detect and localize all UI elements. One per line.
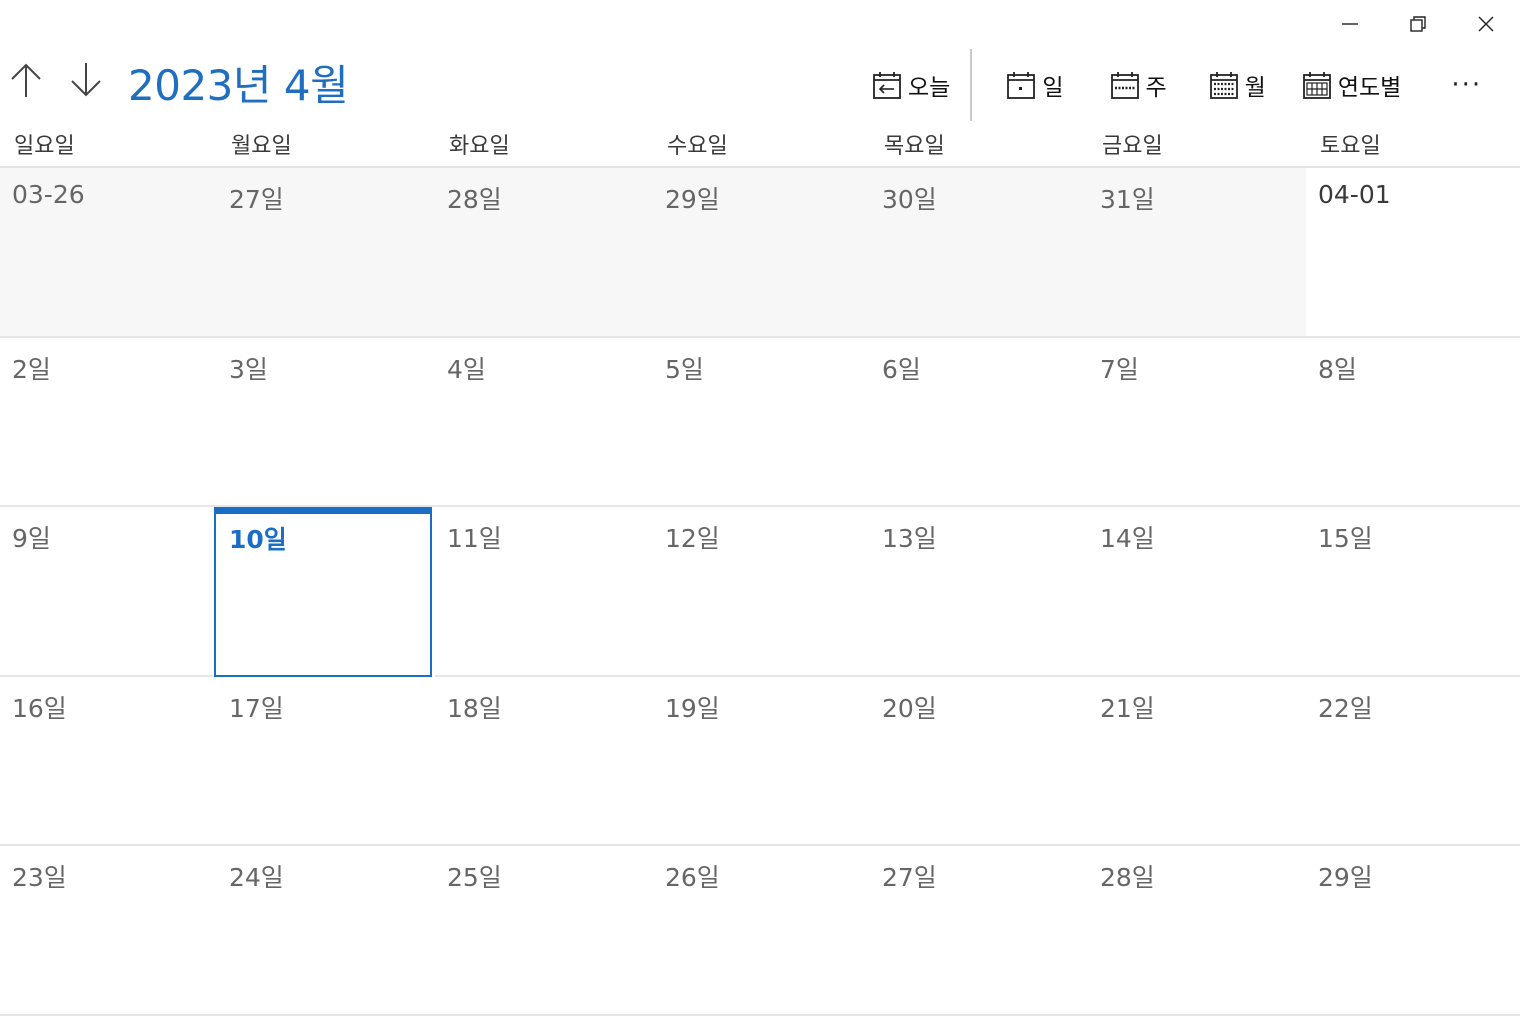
day-cell[interactable]: 04-01 (1306, 168, 1520, 338)
day-cell[interactable]: 24일 (217, 846, 435, 1016)
year-view-label: 연도별 (1337, 75, 1402, 101)
day-cell[interactable]: 16일 (0, 677, 217, 847)
day-cell[interactable]: 29일 (1306, 846, 1520, 1016)
day-cell[interactable]: 25일 (435, 846, 653, 1016)
toolbar-divider (970, 49, 973, 121)
weekday-header: 일요일 월요일 화요일 수요일 목요일 금요일 토요일 (0, 122, 1520, 168)
day-cell[interactable]: 3일 (217, 338, 435, 508)
today-label: 오늘 (908, 75, 951, 101)
day-cell[interactable]: 14일 (1088, 507, 1306, 677)
day-cell[interactable]: 23일 (0, 846, 217, 1016)
close-button[interactable] (1452, 0, 1520, 48)
weekday-label: 일요일 (14, 134, 75, 159)
calendar-month-icon (1209, 72, 1238, 99)
day-cell[interactable]: 7일 (1088, 338, 1306, 508)
next-month-button[interactable] (66, 58, 106, 102)
weekday-label: 화요일 (449, 134, 510, 159)
month-grid: 03-26 27일 28일 29일 30일 31일 04-01 2일 3일 4일… (0, 168, 1520, 1016)
week-view-label: 주 (1145, 75, 1167, 101)
day-cell[interactable]: 29일 (653, 168, 870, 338)
day-view-button[interactable]: 일 (998, 61, 1071, 109)
day-cell[interactable]: 20일 (870, 677, 1088, 847)
day-cell[interactable]: 15일 (1306, 507, 1520, 677)
weekday-label: 토요일 (1320, 134, 1381, 159)
day-cell[interactable]: 19일 (653, 677, 870, 847)
day-cell[interactable]: 2일 (0, 338, 217, 508)
day-cell[interactable]: 26일 (653, 846, 870, 1016)
month-title[interactable]: 2023년 4월 (128, 52, 349, 113)
calendar-week-icon (1110, 72, 1139, 99)
day-cell[interactable]: 22일 (1306, 677, 1520, 847)
day-cell[interactable]: 12일 (653, 507, 870, 677)
calendar-day-icon (1007, 72, 1036, 99)
minimize-button[interactable] (1316, 0, 1384, 48)
week-view-button[interactable]: 주 (1102, 61, 1175, 109)
window-controls (1316, 0, 1520, 48)
weekday-label: 월요일 (231, 134, 292, 159)
day-cell[interactable]: 27일 (217, 168, 435, 338)
weekday-label: 금요일 (1102, 134, 1163, 159)
restore-button[interactable] (1384, 0, 1452, 48)
day-cell[interactable]: 18일 (435, 677, 653, 847)
today-button[interactable]: 오늘 (864, 61, 958, 109)
month-navigation (6, 58, 106, 102)
month-view-button[interactable]: 월 (1201, 61, 1274, 109)
day-cell[interactable]: 30일 (870, 168, 1088, 338)
day-cell[interactable]: 4일 (435, 338, 653, 508)
arrow-down-icon (71, 63, 101, 97)
day-cell[interactable]: 6일 (870, 338, 1088, 508)
calendar-window: 2023년 4월 오늘 일 주 월 연도별 ··· 일요일 월요일 화요일 수요… (0, 0, 1520, 1018)
day-cell[interactable]: 17일 (217, 677, 435, 847)
minimize-icon (1342, 23, 1358, 25)
day-cell[interactable]: 8일 (1306, 338, 1520, 508)
day-cell[interactable]: 31일 (1088, 168, 1306, 338)
month-view-label: 월 (1244, 75, 1266, 101)
day-cell[interactable]: 11일 (435, 507, 653, 677)
weekday-label: 목요일 (884, 134, 945, 159)
today-cell[interactable]: 10일 (214, 507, 432, 677)
day-cell[interactable]: 5일 (653, 338, 870, 508)
weekday-label: 수요일 (667, 134, 728, 159)
day-cell[interactable]: 28일 (1088, 846, 1306, 1016)
day-cell[interactable]: 13일 (870, 507, 1088, 677)
close-icon (1478, 16, 1494, 32)
calendar-today-icon (873, 72, 901, 99)
year-view-button[interactable]: 연도별 (1294, 61, 1409, 109)
more-options-button[interactable]: ··· (1439, 61, 1494, 109)
day-cell[interactable]: 9일 (0, 507, 217, 677)
arrow-up-icon (11, 63, 41, 97)
day-cell[interactable]: 28일 (435, 168, 653, 338)
view-toolbar: 오늘 일 주 월 연도별 ··· (864, 48, 1494, 122)
previous-month-button[interactable] (6, 58, 46, 102)
day-view-label: 일 (1042, 75, 1064, 101)
restore-icon (1410, 16, 1426, 32)
calendar-year-icon (1302, 72, 1331, 99)
day-cell[interactable]: 27일 (870, 846, 1088, 1016)
day-cell[interactable]: 21일 (1088, 677, 1306, 847)
day-cell[interactable]: 03-26 (0, 168, 217, 338)
